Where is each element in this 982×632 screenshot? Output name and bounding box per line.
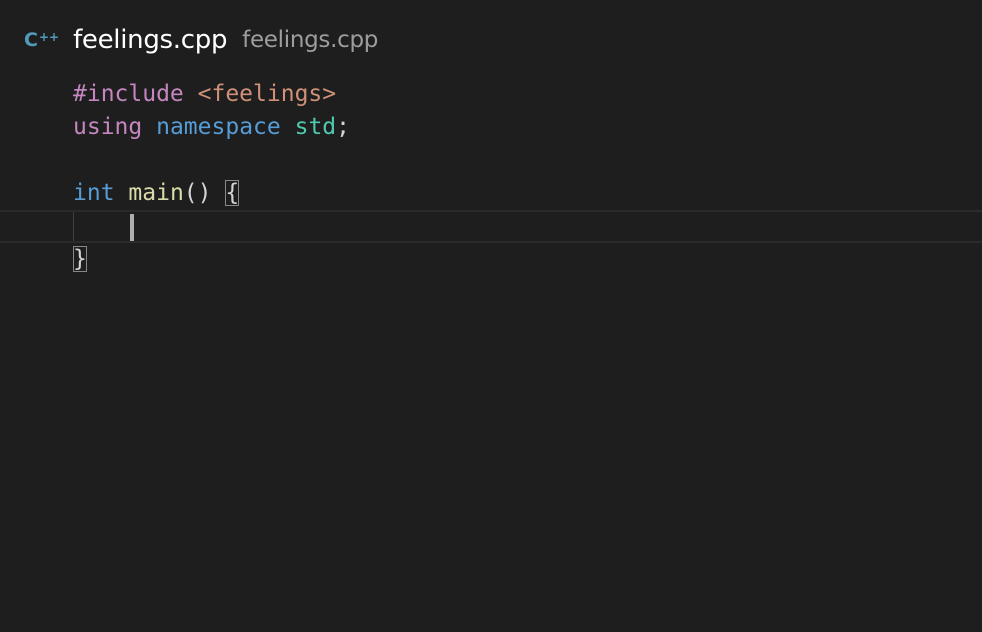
indent-guide [73,212,74,241]
return-type: int [73,180,115,206]
include-header: <feelings> [197,81,337,107]
open-brace: { [225,180,240,206]
namespace-name: std [294,114,337,140]
function-name: main [128,180,184,206]
code-line-6[interactable]: } [0,243,982,276]
code-line-3[interactable] [0,144,982,177]
text-cursor [130,214,134,241]
using-keyword: using [73,114,143,140]
include-directive: #include [73,81,184,107]
code-editor[interactable]: #include <feelings> using namespace std;… [0,78,982,276]
semicolon: ; [336,114,350,140]
editor-tab-header[interactable]: C ++ feelings.cpp feelings.cpp [24,22,378,58]
file-description: feelings.cpp [242,27,379,53]
close-brace: } [73,246,87,272]
code-line-5-active[interactable] [0,210,982,243]
parameter-parens: () [183,180,212,206]
editor-window: C ++ feelings.cpp feelings.cpp #include <… [0,0,982,632]
code-line-4[interactable]: int main() { [0,177,982,210]
file-name[interactable]: feelings.cpp [73,25,227,55]
namespace-keyword: namespace [156,114,281,140]
cpp-file-icon: C ++ [24,28,60,51]
code-line-1[interactable]: #include <feelings> [0,78,982,111]
code-line-2[interactable]: using namespace std; [0,111,982,144]
